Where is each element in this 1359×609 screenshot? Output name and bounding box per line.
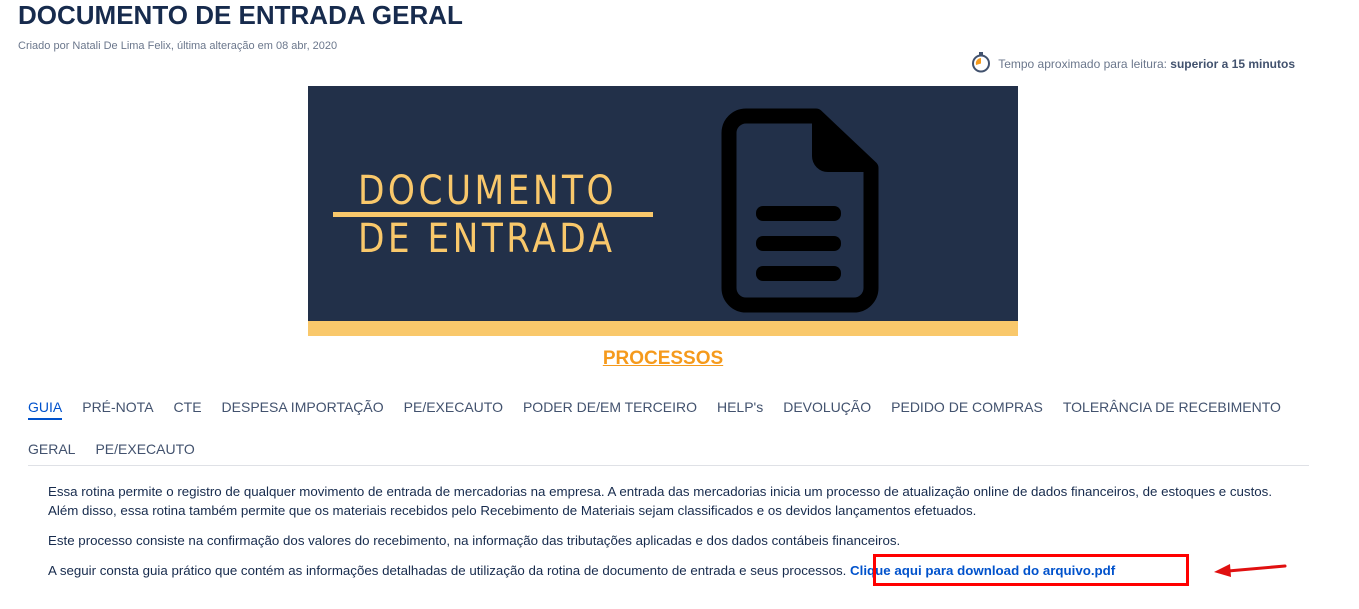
banner-image: DOCUMENTO DE ENTRADA bbox=[308, 86, 1018, 336]
tab-guia[interactable]: GUIA bbox=[28, 392, 63, 420]
tab-geral[interactable]: GERAL bbox=[28, 434, 75, 460]
tab-pe-execauto[interactable]: PE/EXECAUTO bbox=[404, 392, 503, 420]
tab-pedido-de-compras[interactable]: PEDIDO DE COMPRAS bbox=[891, 392, 1043, 420]
section-heading: PROCESSOS bbox=[0, 348, 1326, 370]
document-icon bbox=[721, 108, 879, 313]
reading-time-value: superior a 15 minutos bbox=[1170, 56, 1295, 71]
banner-line2: DE ENTRADA bbox=[358, 216, 616, 262]
tab-pre-nota[interactable]: PRÉ-NOTA bbox=[82, 392, 153, 420]
page-byline: Criado por Natali De Lima Felix, última … bbox=[18, 40, 338, 52]
guide-text: A seguir consta guia prático que contém … bbox=[48, 563, 847, 578]
red-arrow-icon bbox=[1214, 564, 1287, 577]
banner-stripe bbox=[308, 321, 1018, 336]
processos-heading: PROCESSOS bbox=[602, 348, 724, 369]
reading-time: Tempo aproximado para leitura: superior … bbox=[970, 51, 1295, 76]
paragraph-process: Este processo consiste na confirmação do… bbox=[48, 533, 901, 548]
tab-helps[interactable]: HELP's bbox=[717, 392, 763, 420]
paragraph-intro: Essa rotina permite o registro de qualqu… bbox=[48, 484, 1273, 518]
tab-despesa-importacao[interactable]: DESPESA IMPORTAÇÃO bbox=[222, 392, 384, 420]
tab-pe-execauto-2[interactable]: PE/EXECAUTO bbox=[95, 434, 194, 460]
reading-time-label: Tempo aproximado para leitura: bbox=[998, 56, 1171, 71]
banner-line1: DOCUMENTO bbox=[358, 168, 617, 214]
tab-devolucao[interactable]: DEVOLUÇÃO bbox=[783, 392, 871, 420]
stopwatch-icon bbox=[970, 51, 992, 76]
tab-tolerancia-de-recebimento[interactable]: TOLERÂNCIA DE RECEBIMENTO bbox=[1063, 392, 1281, 420]
tab-cte[interactable]: CTE bbox=[174, 392, 202, 420]
tab-bar: GUIA PRÉ-NOTA CTE DESPESA IMPORTAÇÃO PE/… bbox=[28, 392, 1309, 466]
highlight-box bbox=[873, 554, 1189, 586]
page-title: DOCUMENTO DE ENTRADA GERAL bbox=[18, 0, 463, 30]
tab-poder-de-em-terceiro[interactable]: PODER DE/EM TERCEIRO bbox=[523, 392, 697, 420]
